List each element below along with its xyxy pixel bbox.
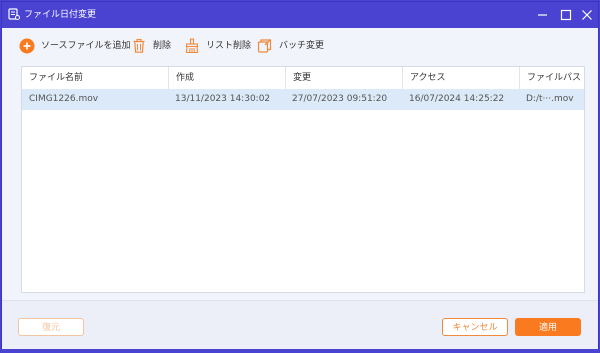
- cell-file-name: CIMG1226.mov: [29, 94, 99, 104]
- cell-file-path: D:/t···.mov: [526, 94, 574, 104]
- broom-icon: [184, 38, 200, 54]
- maximize-button[interactable]: [557, 6, 575, 24]
- column-header-accessed[interactable]: アクセス: [402, 67, 519, 89]
- list-delete-label: リスト削除: [206, 41, 252, 51]
- delete-button[interactable]: 削除: [131, 37, 171, 55]
- column-header-created[interactable]: 作成: [168, 67, 285, 89]
- toolbar: ソースファイルを追加 削除 リスト削除 バッチ変更: [2, 28, 598, 64]
- reset-button[interactable]: 復元: [18, 318, 84, 336]
- cell-accessed: 16/07/2024 14:25:22: [409, 94, 505, 104]
- dialog-footer: 復元 キャンセル 適用: [2, 300, 598, 349]
- file-table: ファイル名前 作成 変更 アクセス ファイルパスー CIMG1226.mov 1…: [21, 66, 585, 293]
- list-delete-button[interactable]: リスト削除: [184, 37, 251, 55]
- apply-button[interactable]: 適用: [515, 318, 581, 336]
- add-source-file-label: ソースファイルを追加: [41, 41, 131, 51]
- batch-change-button[interactable]: バッチ変更: [257, 37, 324, 55]
- column-header-file-path[interactable]: ファイルパスー: [519, 67, 584, 105]
- column-header-file-name[interactable]: ファイル名前: [22, 67, 168, 89]
- close-button[interactable]: [578, 6, 596, 24]
- cell-modified: 27/07/2023 09:51:20: [292, 94, 388, 104]
- title-bar: ファイル日付変更: [2, 2, 598, 28]
- batch-edit-icon: [257, 38, 273, 54]
- batch-change-label: バッチ変更: [279, 41, 325, 51]
- file-date-dialog: ファイル日付変更 ソースファイルを追加 削除 リスト削除 バッチ変更 ファイル名…: [2, 2, 598, 349]
- add-source-file-button[interactable]: ソースファイルを追加: [19, 37, 131, 55]
- plus-circle-icon: [19, 38, 35, 54]
- table-row[interactable]: CIMG1226.mov 13/11/2023 14:30:02 27/07/2…: [22, 89, 584, 110]
- table-header: ファイル名前 作成 変更 アクセス ファイルパスー: [22, 67, 584, 105]
- delete-label: 削除: [153, 41, 172, 51]
- minimize-button[interactable]: [534, 6, 552, 24]
- document-icon: [8, 8, 20, 20]
- cell-created: 13/11/2023 14:30:02: [175, 94, 271, 104]
- column-header-modified[interactable]: 変更: [285, 67, 402, 89]
- desktop-frame: ファイル日付変更 ソースファイルを追加 削除 リスト削除 バッチ変更 ファイル名…: [0, 0, 600, 353]
- trash-icon: [131, 38, 147, 54]
- cancel-button[interactable]: キャンセル: [442, 318, 508, 336]
- window-title: ファイル日付変更: [24, 10, 97, 20]
